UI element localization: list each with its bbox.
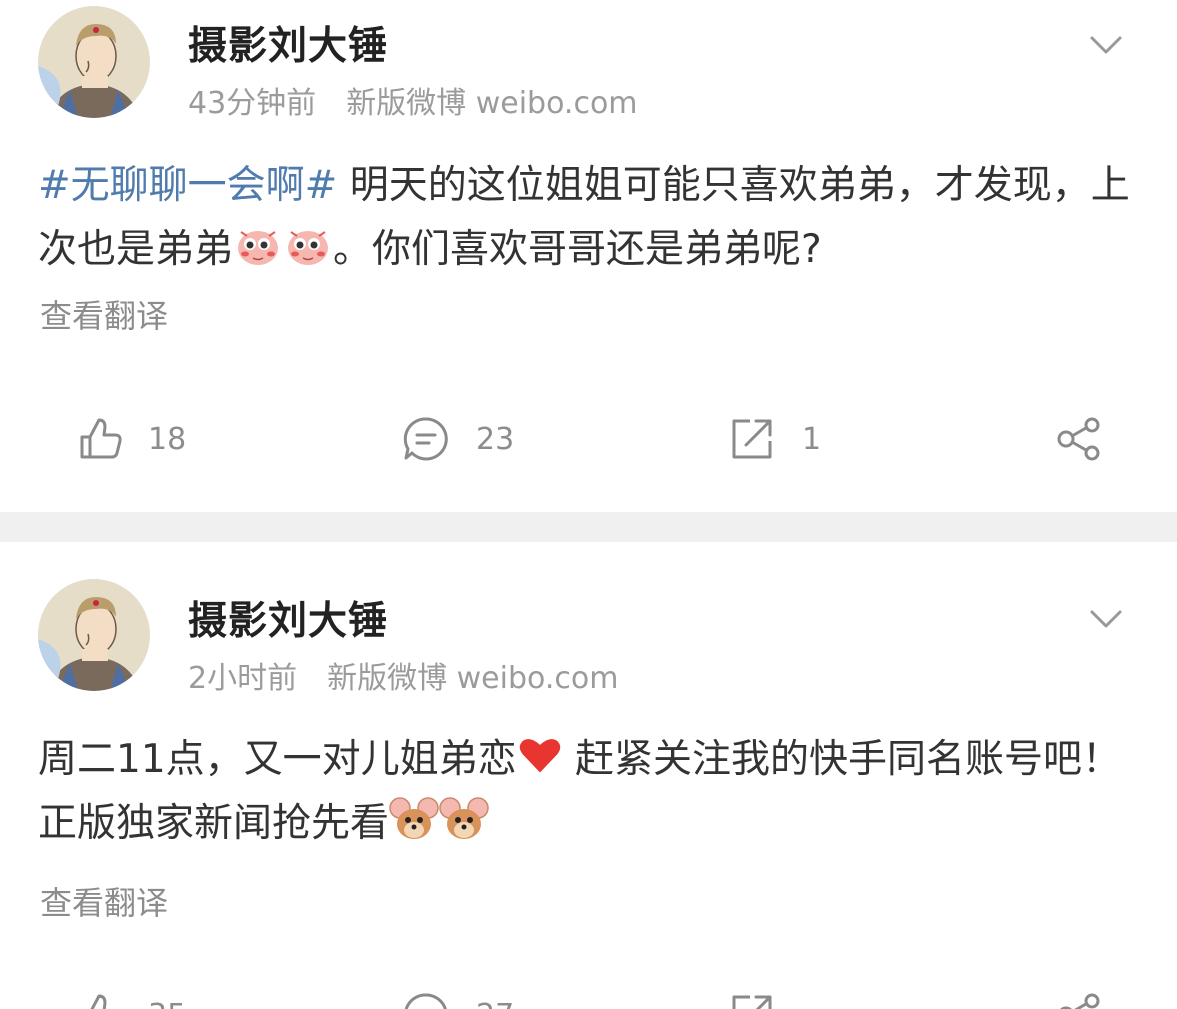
share-button[interactable] [1054, 985, 1102, 1009]
mouse-emoji [439, 797, 489, 839]
blush-emoji [238, 231, 279, 265]
like-icon [90, 994, 107, 1009]
post-source: 新版微博 weibo.com [327, 661, 619, 696]
share-icon [1059, 993, 1100, 1009]
like-count: 18 [148, 421, 187, 457]
heart-emoji [519, 739, 560, 773]
repost-icon [732, 419, 772, 459]
action-bar: 18 23 1 [0, 409, 1177, 469]
post-card: 摄影刘大锤 2小时前 新版微博 weibo.com 周二11点，又一对儿姐弟恋 赶… [0, 542, 1177, 1009]
post-meta: 2小时前 新版微博 weibo.com [188, 653, 618, 697]
comment-count: 27 [476, 998, 514, 1009]
topic-link[interactable]: #无聊聊一会啊# [38, 163, 337, 208]
comment-button[interactable]: 23 [402, 409, 514, 469]
like-button[interactable]: 18 [74, 409, 186, 469]
post-source: 新版微博 weibo.com [346, 86, 638, 121]
post-card: 摄影刘大锤 43分钟前 新版微博 weibo.com #无聊聊一会啊# 明天的这位… [0, 0, 1177, 512]
comment-button[interactable]: 27 [402, 985, 514, 1009]
chevron-down-icon[interactable] [1086, 30, 1126, 60]
username[interactable]: 摄影刘大锤 [188, 15, 388, 71]
post-content: 周二11点，又一对儿姐弟恋 赶紧关注我的快手同名账号吧！正版独家新闻抢先看 [38, 728, 1148, 856]
repost-button[interactable] [728, 985, 802, 1009]
feed-divider [0, 512, 1177, 542]
repost-button[interactable]: 1 [728, 409, 821, 469]
translate-link[interactable]: 查看翻译 [40, 878, 168, 924]
share-icon [1057, 417, 1100, 461]
chevron-down-icon[interactable] [1086, 604, 1126, 634]
post-text: 。你们喜欢哥哥还是弟弟呢? [333, 227, 822, 272]
blush-emoji [288, 231, 329, 265]
username[interactable]: 摄影刘大锤 [188, 590, 388, 646]
comment-icon [403, 417, 448, 461]
repost-icon [732, 995, 772, 1009]
share-button[interactable] [1054, 409, 1102, 469]
weibo-feed: 摄影刘大锤 43分钟前 新版微博 weibo.com #无聊聊一会啊# 明天的这位… [0, 0, 1177, 1009]
post-content: #无聊聊一会啊# 明天的这位姐姐可能只喜欢弟弟，才发现，上次也是弟弟 。你们喜欢哥… [38, 154, 1148, 282]
mouse-emoji [389, 797, 439, 839]
action-bar: 35 27 [0, 985, 1177, 1009]
translate-link[interactable]: 查看翻译 [40, 291, 168, 337]
like-button[interactable]: 35 [74, 985, 186, 1009]
comment-count: 23 [476, 421, 515, 457]
like-count: 35 [148, 998, 186, 1009]
avatar[interactable] [38, 579, 150, 691]
post-time: 2小时前 [188, 661, 298, 696]
post-meta: 43分钟前 新版微博 weibo.com [188, 78, 638, 122]
post-text: 周二11点，又一对儿姐弟恋 [38, 737, 517, 782]
repost-count: 1 [802, 421, 822, 457]
avatar[interactable] [38, 6, 150, 118]
comment-icon [404, 993, 447, 1009]
post-time: 43分钟前 [188, 86, 317, 121]
like-icon [80, 418, 122, 459]
